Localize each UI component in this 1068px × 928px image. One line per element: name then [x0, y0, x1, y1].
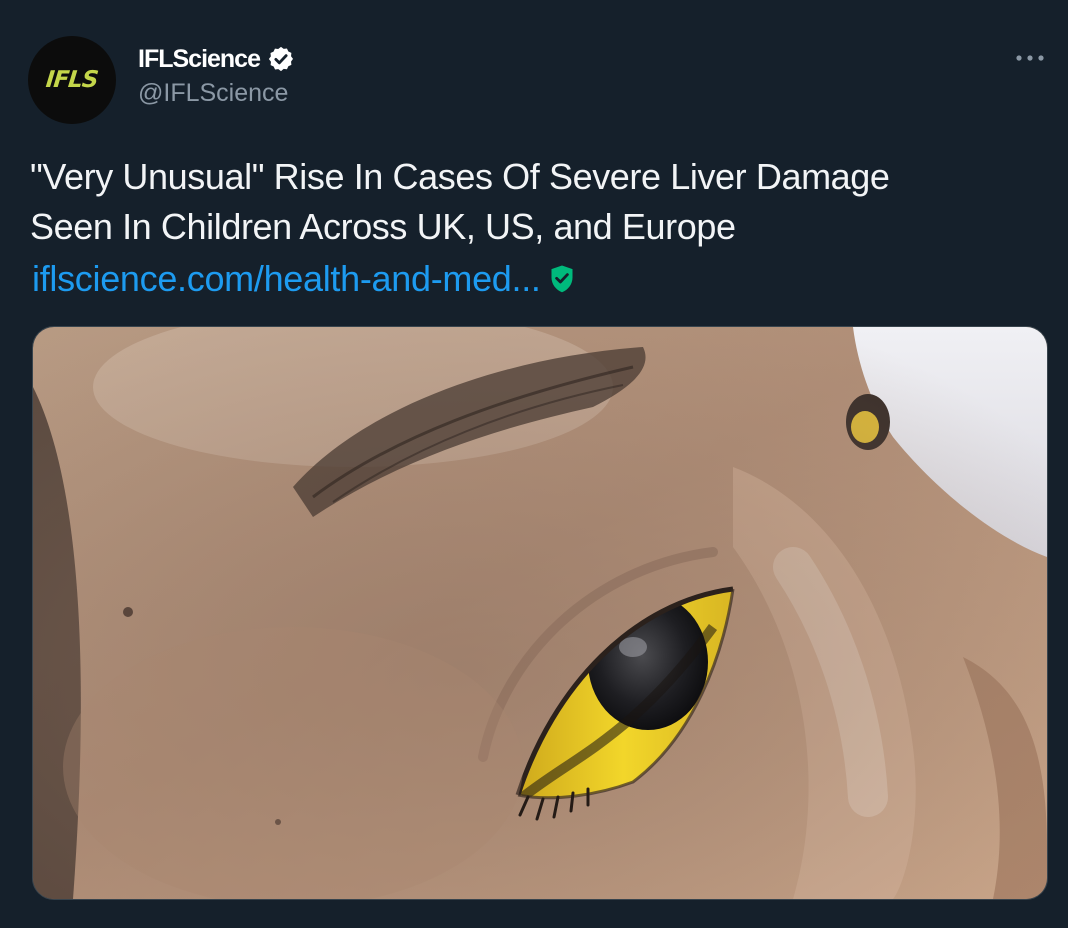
- link-row: iflscience.com/health-and-med...: [32, 254, 575, 304]
- shield-check-icon: [551, 265, 573, 293]
- verified-badge-icon: [268, 46, 294, 72]
- tweet-text-line: "Very Unusual" Rise In Cases Of Severe L…: [30, 156, 890, 197]
- tweet-media-image[interactable]: [32, 326, 1048, 900]
- account-handle[interactable]: @IFLScience: [138, 79, 288, 108]
- tweet-card: IFLS IFLScience @IFLScience "Very Unusua…: [0, 0, 1068, 928]
- eye-closeup-photo: [33, 327, 1047, 899]
- author-name-row: IFLScience: [138, 42, 295, 76]
- display-name[interactable]: IFLScience: [138, 45, 261, 74]
- article-link[interactable]: iflscience.com/health-and-med...: [32, 258, 541, 300]
- avatar[interactable]: IFLS: [28, 36, 116, 124]
- tweet-text: "Very Unusual" Rise In Cases Of Severe L…: [30, 152, 1040, 252]
- more-options-icon: [1016, 55, 1044, 61]
- tweet-text-line: Seen In Children Across UK, US, and Euro…: [30, 206, 736, 247]
- more-options-button[interactable]: [1012, 40, 1048, 76]
- avatar-logo: IFLS: [44, 67, 100, 93]
